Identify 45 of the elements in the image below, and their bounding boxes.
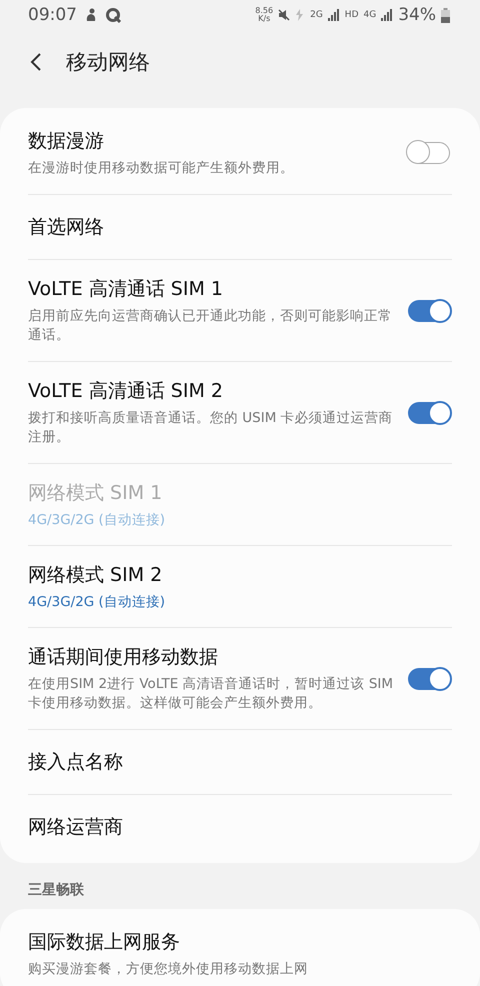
setting-title: 通话期间使用移动数据	[28, 645, 219, 670]
setting-description: 拨打和接听高质量语音通话。您的 USIM 卡必须通过运营商注册。	[28, 409, 394, 447]
setting-value: 4G/3G/2G (自动连接)	[28, 511, 166, 529]
setting-value: 4G/3G/2G (自动连接)	[28, 593, 166, 611]
toggle-switch[interactable]	[408, 142, 450, 164]
setting-title: 网络运营商	[28, 815, 124, 840]
setting-title: 接入点名称	[28, 750, 124, 775]
signal-icon	[381, 9, 394, 21]
setting-row[interactable]: 网络运营商	[0, 795, 480, 859]
network-type: 2G	[310, 10, 323, 20]
setting-title: 数据漫游	[28, 129, 105, 154]
toggle-switch[interactable]	[408, 300, 450, 322]
setting-title: 网络模式 SIM 1	[28, 481, 164, 506]
setting-description: 在漫游时使用移动数据可能产生额外费用。	[28, 159, 295, 178]
setting-row[interactable]: VoLTE 高清通话 SIM 1 启用前应先向运营商确认已开通此功能，否则可能影响正常通话。	[0, 260, 480, 361]
setting-row[interactable]: 接入点名称	[0, 730, 480, 794]
setting-row[interactable]: VoLTE 高清通话 SIM 2 拨打和接听高质量语音通话。您的 USIM 卡必须通过运营商注册。	[0, 362, 480, 463]
section-header: 三星畅联	[27, 881, 85, 900]
back-icon	[30, 53, 42, 71]
setting-row[interactable]: 首选网络	[0, 195, 480, 259]
battery-icon	[441, 8, 450, 22]
network-speed: 8.56 K/s	[255, 7, 274, 23]
setting-title: VoLTE 高清通话 SIM 1	[28, 277, 224, 302]
setting-title: 首选网络	[28, 215, 105, 240]
setting-description: 启用前应先向运营商确认已开通此功能，否则可能影响正常通话。	[28, 307, 393, 345]
signal-icon	[328, 9, 340, 21]
battery-level: 34%	[398, 5, 436, 25]
q-icon	[105, 7, 121, 23]
setting-title: 网络模式 SIM 2	[28, 563, 164, 588]
setting-row[interactable]: 国际数据上网服务 购买漫游套餐，方便您境外使用移动数据上网	[0, 913, 480, 986]
page-title: 移动网络	[66, 49, 150, 76]
toggle-switch[interactable]	[408, 668, 450, 690]
hd-label: HD	[344, 10, 358, 20]
setting-row[interactable]: 网络模式 SIM 2 4G/3G/2G (自动连接)	[0, 546, 480, 627]
setting-row[interactable]: 通话期间使用移动数据 在使用SIM 2进行 VoLTE 高清语音通话时，暂时通过该 SIM 卡使用移动数据。这样做可能会产生额外费用。	[0, 628, 480, 729]
figure-icon	[85, 8, 97, 22]
setting-row[interactable]: 数据漫游 在漫游时使用移动数据可能产生额外费用。	[0, 112, 480, 194]
toggle-switch[interactable]	[408, 402, 450, 424]
mute-icon	[278, 9, 290, 21]
setting-description: 购买漫游套餐，方便您境外使用移动数据上网	[28, 960, 309, 979]
clock: 09:07	[28, 5, 77, 25]
network-type: 4G	[364, 10, 376, 20]
setting-title: VoLTE 高清通话 SIM 2	[28, 379, 224, 404]
setting-title: 国际数据上网服务	[28, 930, 181, 955]
setting-description: 在使用SIM 2进行 VoLTE 高清语音通话时，暂时通过该 SIM 卡使用移动数据。这样做可能会产生额外费用。	[28, 675, 394, 713]
